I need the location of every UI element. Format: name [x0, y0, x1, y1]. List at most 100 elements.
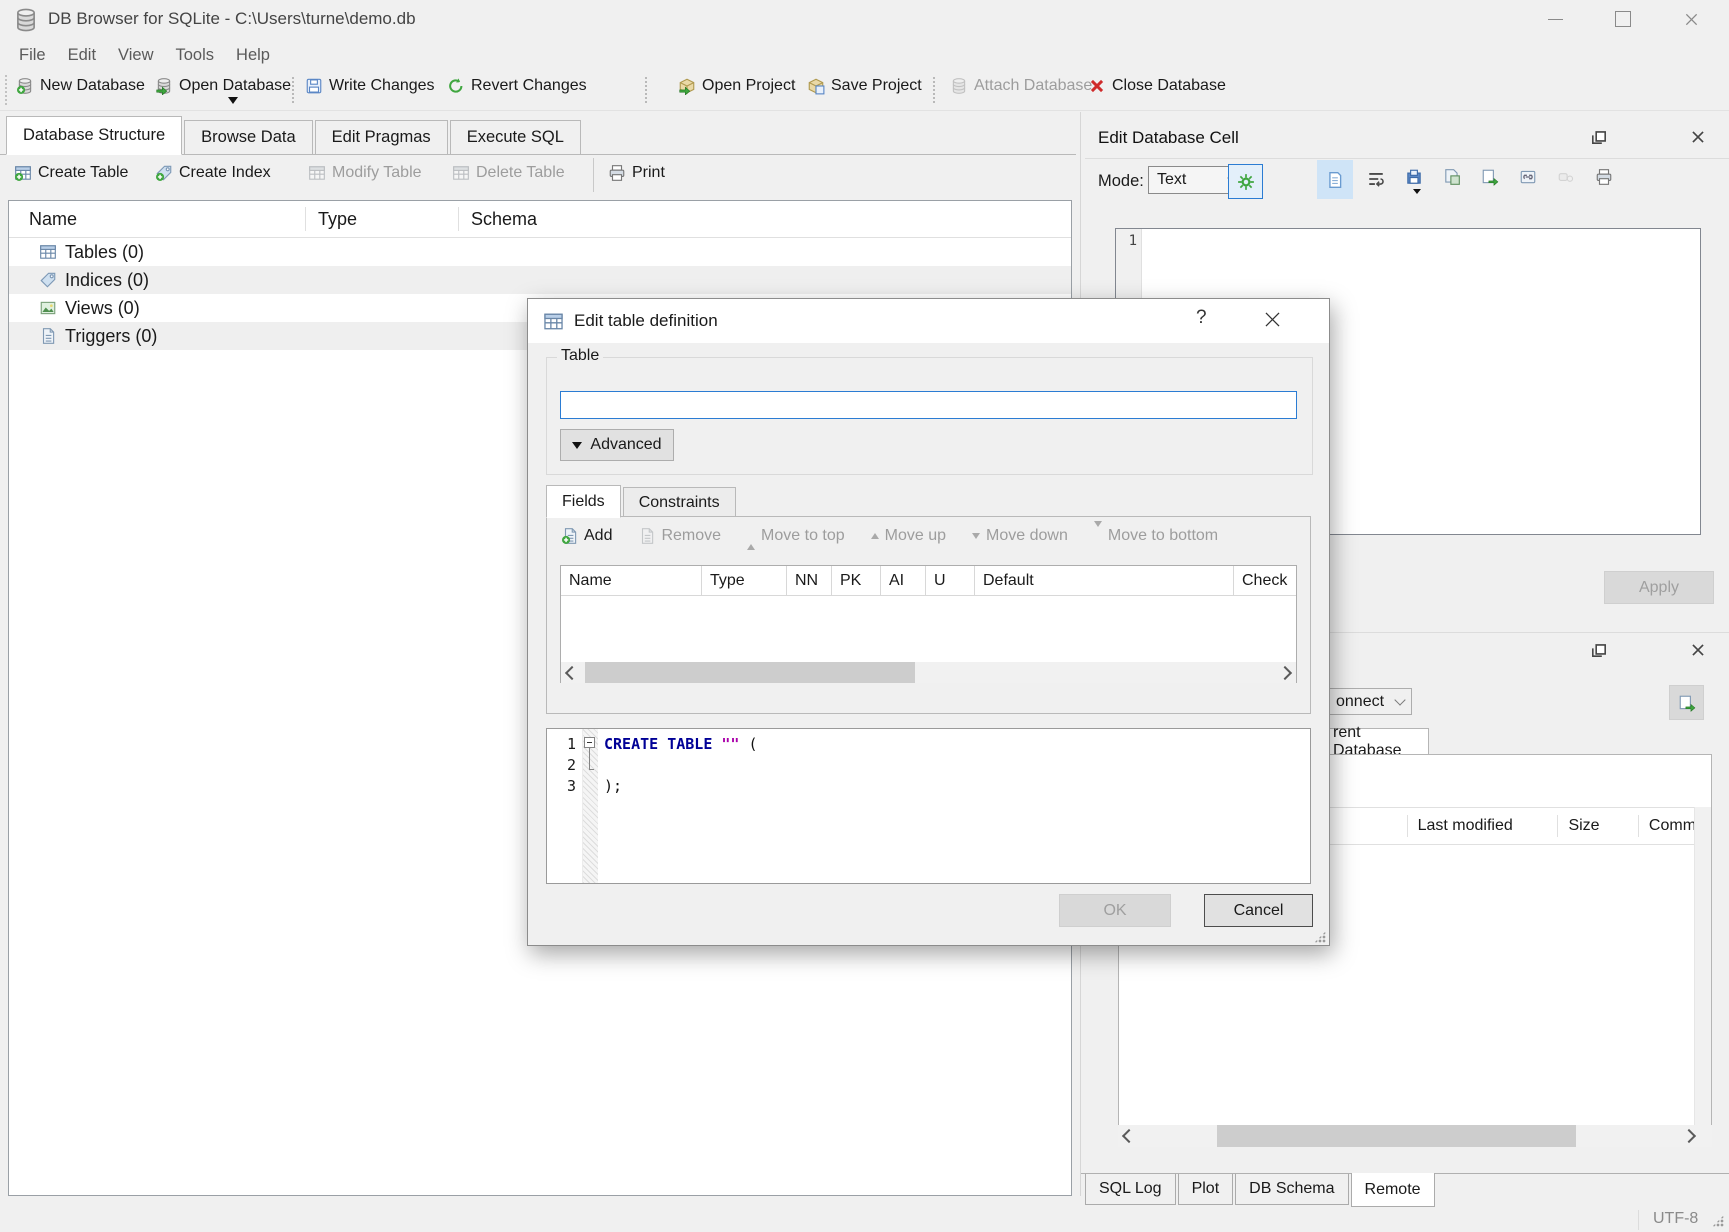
revert-changes-button[interactable]: Revert Changes	[447, 77, 587, 95]
tree-column-type[interactable]: Type	[306, 209, 458, 230]
tree-column-schema[interactable]: Schema	[459, 209, 537, 230]
scroll-right-button[interactable]	[1678, 1125, 1700, 1147]
tab-current-database[interactable]: rent Database	[1328, 728, 1429, 755]
tab-constraints[interactable]: Constraints	[623, 487, 736, 517]
status-encoding[interactable]: UTF-8	[1653, 1210, 1698, 1228]
move-up-label: Move up	[885, 527, 946, 545]
new-database-button[interactable]: New Database	[16, 77, 145, 95]
column-last-modified[interactable]: Last modified	[1408, 817, 1558, 835]
create-index-button[interactable]: Create Index	[155, 164, 271, 182]
word-wrap-button[interactable]	[1367, 170, 1385, 188]
create-table-icon	[14, 164, 32, 182]
print-button[interactable]: Print	[608, 164, 665, 182]
maximize-button[interactable]	[1600, 2, 1646, 36]
panel-float-button[interactable]	[1590, 641, 1608, 659]
column-name[interactable]: Name	[561, 566, 702, 595]
tree-item-indices[interactable]: Indices (0)	[9, 266, 1071, 294]
open-database-dropdown-icon[interactable]	[228, 97, 238, 104]
scroll-thumb[interactable]	[585, 662, 915, 683]
new-database-icon	[16, 77, 34, 95]
tab-fields[interactable]: Fields	[546, 485, 621, 518]
add-field-button[interactable]: Add	[561, 527, 612, 545]
import-cell-button[interactable]	[1405, 168, 1423, 194]
sql-code[interactable]: CREATE TABLE "" ( );	[598, 729, 758, 883]
tab-label: Plot	[1192, 1180, 1220, 1198]
null-icon	[1557, 168, 1575, 186]
create-table-button[interactable]: Create Table	[14, 164, 128, 182]
scroll-left-button[interactable]	[561, 662, 583, 683]
tab-remote[interactable]: Remote	[1351, 1173, 1435, 1207]
column-nn[interactable]: NN	[787, 566, 832, 595]
cell-settings-button[interactable]	[1228, 164, 1263, 199]
tab-execute-sql[interactable]: Execute SQL	[450, 120, 581, 154]
export-icon	[1443, 168, 1461, 186]
tab-plot[interactable]: Plot	[1178, 1174, 1234, 1205]
scroll-thumb[interactable]	[1217, 1125, 1576, 1147]
dialog-resize-grip[interactable]	[1314, 931, 1326, 943]
fields-horizontal-scrollbar[interactable]	[561, 662, 1296, 683]
tree-item-tables[interactable]: Tables (0)	[9, 238, 1071, 266]
advanced-toggle-button[interactable]: Advanced	[560, 429, 674, 461]
minimize-button[interactable]	[1532, 2, 1578, 36]
write-changes-button[interactable]: Write Changes	[305, 77, 435, 95]
tree-column-name[interactable]: Name	[9, 209, 305, 230]
tab-db-schema[interactable]: DB Schema	[1235, 1174, 1348, 1205]
menu-view[interactable]: View	[107, 46, 164, 65]
open-database-button[interactable]: Open Database	[155, 77, 291, 95]
dialog-title-bar[interactable]: Edit table definition ?	[528, 299, 1329, 343]
sql-string: ""	[721, 735, 739, 753]
dialog-close-button[interactable]	[1263, 310, 1282, 329]
remote-vertical-scrollbar[interactable]	[1694, 807, 1711, 1146]
table-name-input[interactable]	[560, 391, 1297, 419]
column-ai[interactable]: AI	[881, 566, 926, 595]
print-cell-button[interactable]	[1595, 168, 1613, 186]
menu-tools[interactable]: Tools	[165, 46, 226, 65]
export-cell-button[interactable]	[1443, 168, 1461, 186]
remote-identity-select[interactable]: onnect	[1328, 688, 1412, 715]
column-size[interactable]: Size	[1558, 817, 1637, 835]
fold-collapse-icon[interactable]	[584, 737, 595, 748]
column-default[interactable]: Default	[975, 566, 1234, 595]
tree-item-label: Tables (0)	[65, 242, 144, 263]
column-check[interactable]: Check	[1234, 566, 1296, 595]
open-project-button[interactable]: Open Project	[678, 77, 795, 95]
menu-help[interactable]: Help	[225, 46, 281, 65]
text-mode-button[interactable]	[1317, 160, 1353, 199]
panel-header-divider	[1085, 158, 1729, 159]
fields-table-body[interactable]	[561, 596, 1296, 662]
tab-database-structure[interactable]: Database Structure	[6, 116, 182, 155]
tab-browse-data[interactable]: Browse Data	[184, 120, 312, 154]
column-u[interactable]: U	[926, 566, 975, 595]
link-button[interactable]	[1519, 168, 1537, 186]
column-commit[interactable]: Comm	[1639, 817, 1696, 835]
table-name-group: Table Advanced	[546, 357, 1313, 475]
sql-line-2	[604, 755, 758, 776]
panel-close-button[interactable]	[1689, 641, 1707, 659]
tab-sql-log[interactable]: SQL Log	[1085, 1174, 1176, 1205]
remote-horizontal-scrollbar[interactable]	[1118, 1125, 1712, 1147]
menu-file[interactable]: File	[8, 46, 57, 65]
chevron-down-icon	[1394, 694, 1405, 705]
panel-close-button[interactable]	[1689, 128, 1707, 146]
column-type[interactable]: Type	[702, 566, 787, 595]
menu-edit[interactable]: Edit	[57, 46, 107, 65]
column-pk[interactable]: PK	[832, 566, 881, 595]
scroll-left-button[interactable]	[1118, 1125, 1140, 1147]
save-project-button[interactable]: Save Project	[807, 77, 922, 95]
panel-float-button[interactable]	[1590, 128, 1608, 146]
import-dropdown-icon[interactable]	[1413, 189, 1421, 194]
tab-edit-pragmas[interactable]: Edit Pragmas	[315, 120, 448, 154]
resize-grip[interactable]	[1712, 1215, 1724, 1227]
tree-item-label: Views (0)	[65, 298, 140, 319]
delete-table-icon	[452, 164, 470, 182]
close-button[interactable]	[1668, 2, 1714, 36]
cancel-button[interactable]: Cancel	[1204, 894, 1313, 927]
close-icon	[1263, 310, 1282, 329]
open-external-button[interactable]	[1481, 168, 1499, 186]
move-up-icon	[871, 533, 879, 539]
toolbar-grip[interactable]	[5, 75, 7, 105]
scroll-right-button[interactable]	[1274, 662, 1296, 683]
fields-table[interactable]: Name Type NN PK AI U Default Check	[560, 565, 1297, 683]
close-database-button[interactable]: Close Database	[1088, 77, 1226, 95]
dialog-help-button[interactable]: ?	[1196, 307, 1207, 329]
